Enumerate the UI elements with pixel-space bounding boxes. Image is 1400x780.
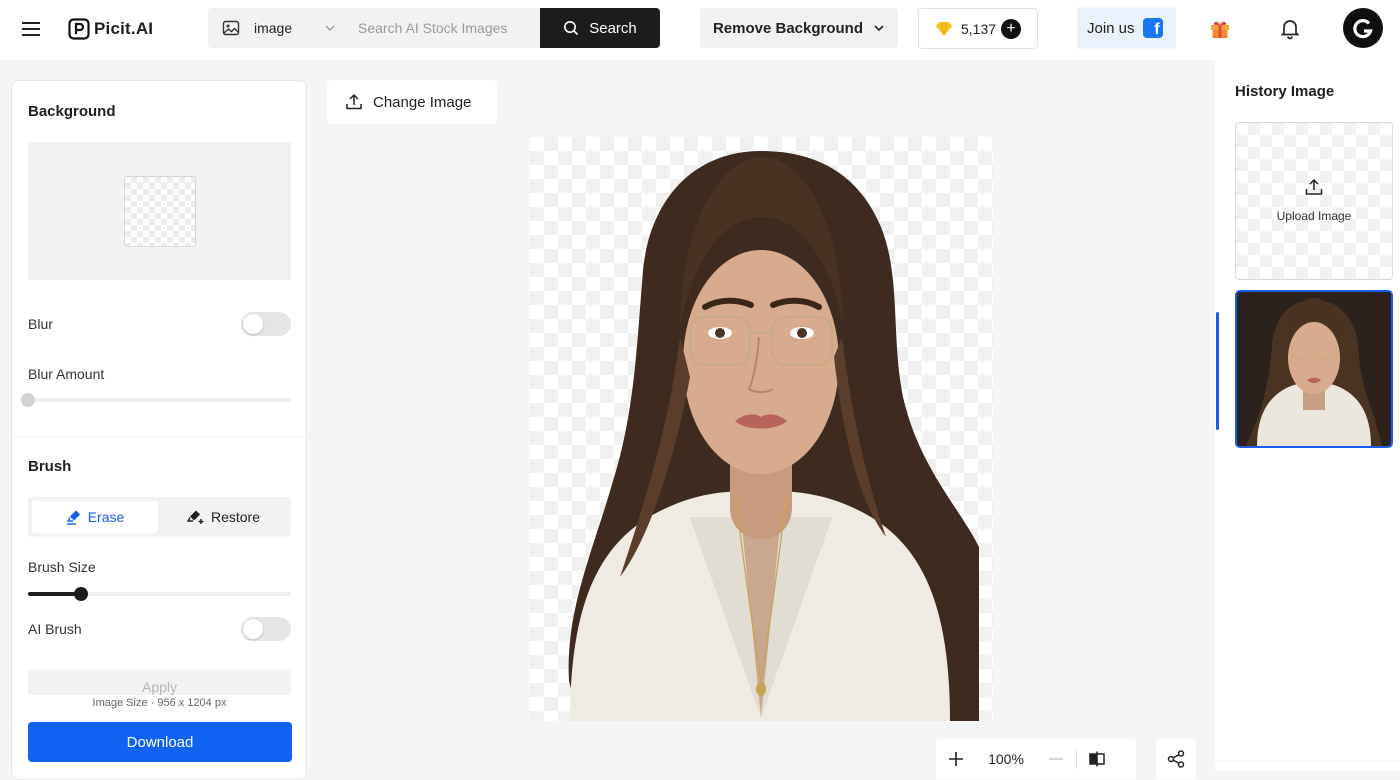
blur-amount-slider[interactable] [28, 398, 291, 402]
history-bottom-divider [1215, 760, 1400, 761]
brush-size-label: Brush Size [28, 559, 96, 575]
compare-icon [1089, 751, 1105, 767]
background-section-title: Background [28, 103, 116, 120]
erase-label: Erase [87, 509, 125, 525]
plus-icon[interactable]: + [1001, 19, 1021, 39]
facebook-icon: f [1142, 18, 1163, 38]
brush-size-slider[interactable] [28, 587, 291, 601]
zoom-out-icon [1049, 758, 1063, 760]
share-icon [1167, 750, 1185, 768]
apply-button[interactable]: Apply [28, 669, 291, 695]
history-thumbnail[interactable] [1235, 290, 1393, 448]
history-scroll-indicator[interactable] [1216, 312, 1219, 430]
search-type-label: image [254, 20, 293, 36]
chevron-down-icon [874, 25, 884, 32]
user-avatar-icon[interactable] [1343, 8, 1383, 48]
search-button-label: Search [589, 19, 637, 37]
menu-icon[interactable] [20, 18, 42, 40]
tool-dropdown-label: Remove Background [712, 19, 864, 37]
search-button[interactable]: Search [540, 8, 660, 48]
history-thumbnail-image [1237, 292, 1391, 446]
result-image [568, 151, 979, 721]
zoom-level: 100% [988, 751, 1024, 767]
restore-label: Restore [210, 509, 261, 525]
blur-toggle[interactable] [241, 312, 291, 336]
upload-image-card[interactable]: Upload Image [1235, 122, 1393, 280]
image-size-text: Image Size · 956 x 1204 px [92, 697, 227, 709]
chevron-down-icon [325, 25, 335, 31]
brush-size-knob[interactable] [74, 587, 88, 601]
brand-name: Picit.AI [94, 19, 154, 38]
upload-image-label: Upload Image [1276, 209, 1352, 223]
brush-mode-toggle: Erase Restore [28, 497, 291, 537]
join-us-button[interactable]: Join us f [1077, 7, 1176, 49]
change-image-label: Change Image [373, 93, 472, 111]
search-input[interactable] [346, 8, 540, 48]
zoom-controls: 100% [936, 739, 1136, 779]
ai-brush-label: AI Brush [28, 621, 82, 637]
restore-button[interactable]: Restore [160, 501, 287, 533]
zoom-out-button[interactable] [1036, 739, 1076, 779]
gem-icon [936, 21, 952, 36]
settings-panel: Background Blur Blur Amount Brush Erase … [11, 80, 307, 780]
history-title: History Image [1235, 83, 1335, 100]
logo-icon [68, 18, 90, 40]
zoom-in-button[interactable] [936, 739, 976, 779]
transparent-background-option[interactable] [124, 176, 196, 247]
search-icon [564, 21, 579, 36]
ai-brush-toggle[interactable] [241, 617, 291, 641]
bell-icon[interactable] [1278, 16, 1302, 40]
background-picker [28, 142, 291, 280]
credits-balance[interactable]: 5,137 + [918, 8, 1038, 49]
zoom-in-icon [949, 752, 963, 766]
change-image-button[interactable]: Change Image [327, 80, 497, 124]
compare-button[interactable] [1077, 739, 1117, 779]
section-divider [12, 436, 306, 437]
download-button[interactable]: Download [28, 722, 292, 762]
top-bar: Picit.AI image Search Remove Background [0, 0, 1400, 60]
share-button[interactable] [1156, 739, 1196, 779]
brush-section-title: Brush [28, 458, 72, 475]
image-canvas[interactable] [530, 137, 993, 721]
tool-dropdown[interactable]: Remove Background [700, 8, 898, 48]
brand-logo[interactable]: Picit.AI [68, 16, 153, 42]
upload-icon [346, 93, 362, 110]
blur-label: Blur [28, 316, 53, 332]
join-us-label: Join us [1087, 19, 1135, 37]
search-bar: image Search [208, 8, 660, 48]
upload-icon [1305, 178, 1323, 195]
avatar-letter-mark [1353, 19, 1373, 39]
gift-icon[interactable] [1208, 16, 1232, 40]
credits-value: 5,137 [961, 20, 997, 37]
eraser-icon [66, 510, 80, 525]
restore-brush-icon [186, 510, 204, 524]
erase-button[interactable]: Erase [32, 501, 158, 533]
image-icon [222, 20, 240, 36]
history-panel: History Image Upload Image [1215, 60, 1400, 771]
blur-amount-knob[interactable] [21, 393, 35, 407]
search-type-select[interactable]: image [208, 8, 346, 48]
blur-amount-label: Blur Amount [28, 366, 105, 382]
